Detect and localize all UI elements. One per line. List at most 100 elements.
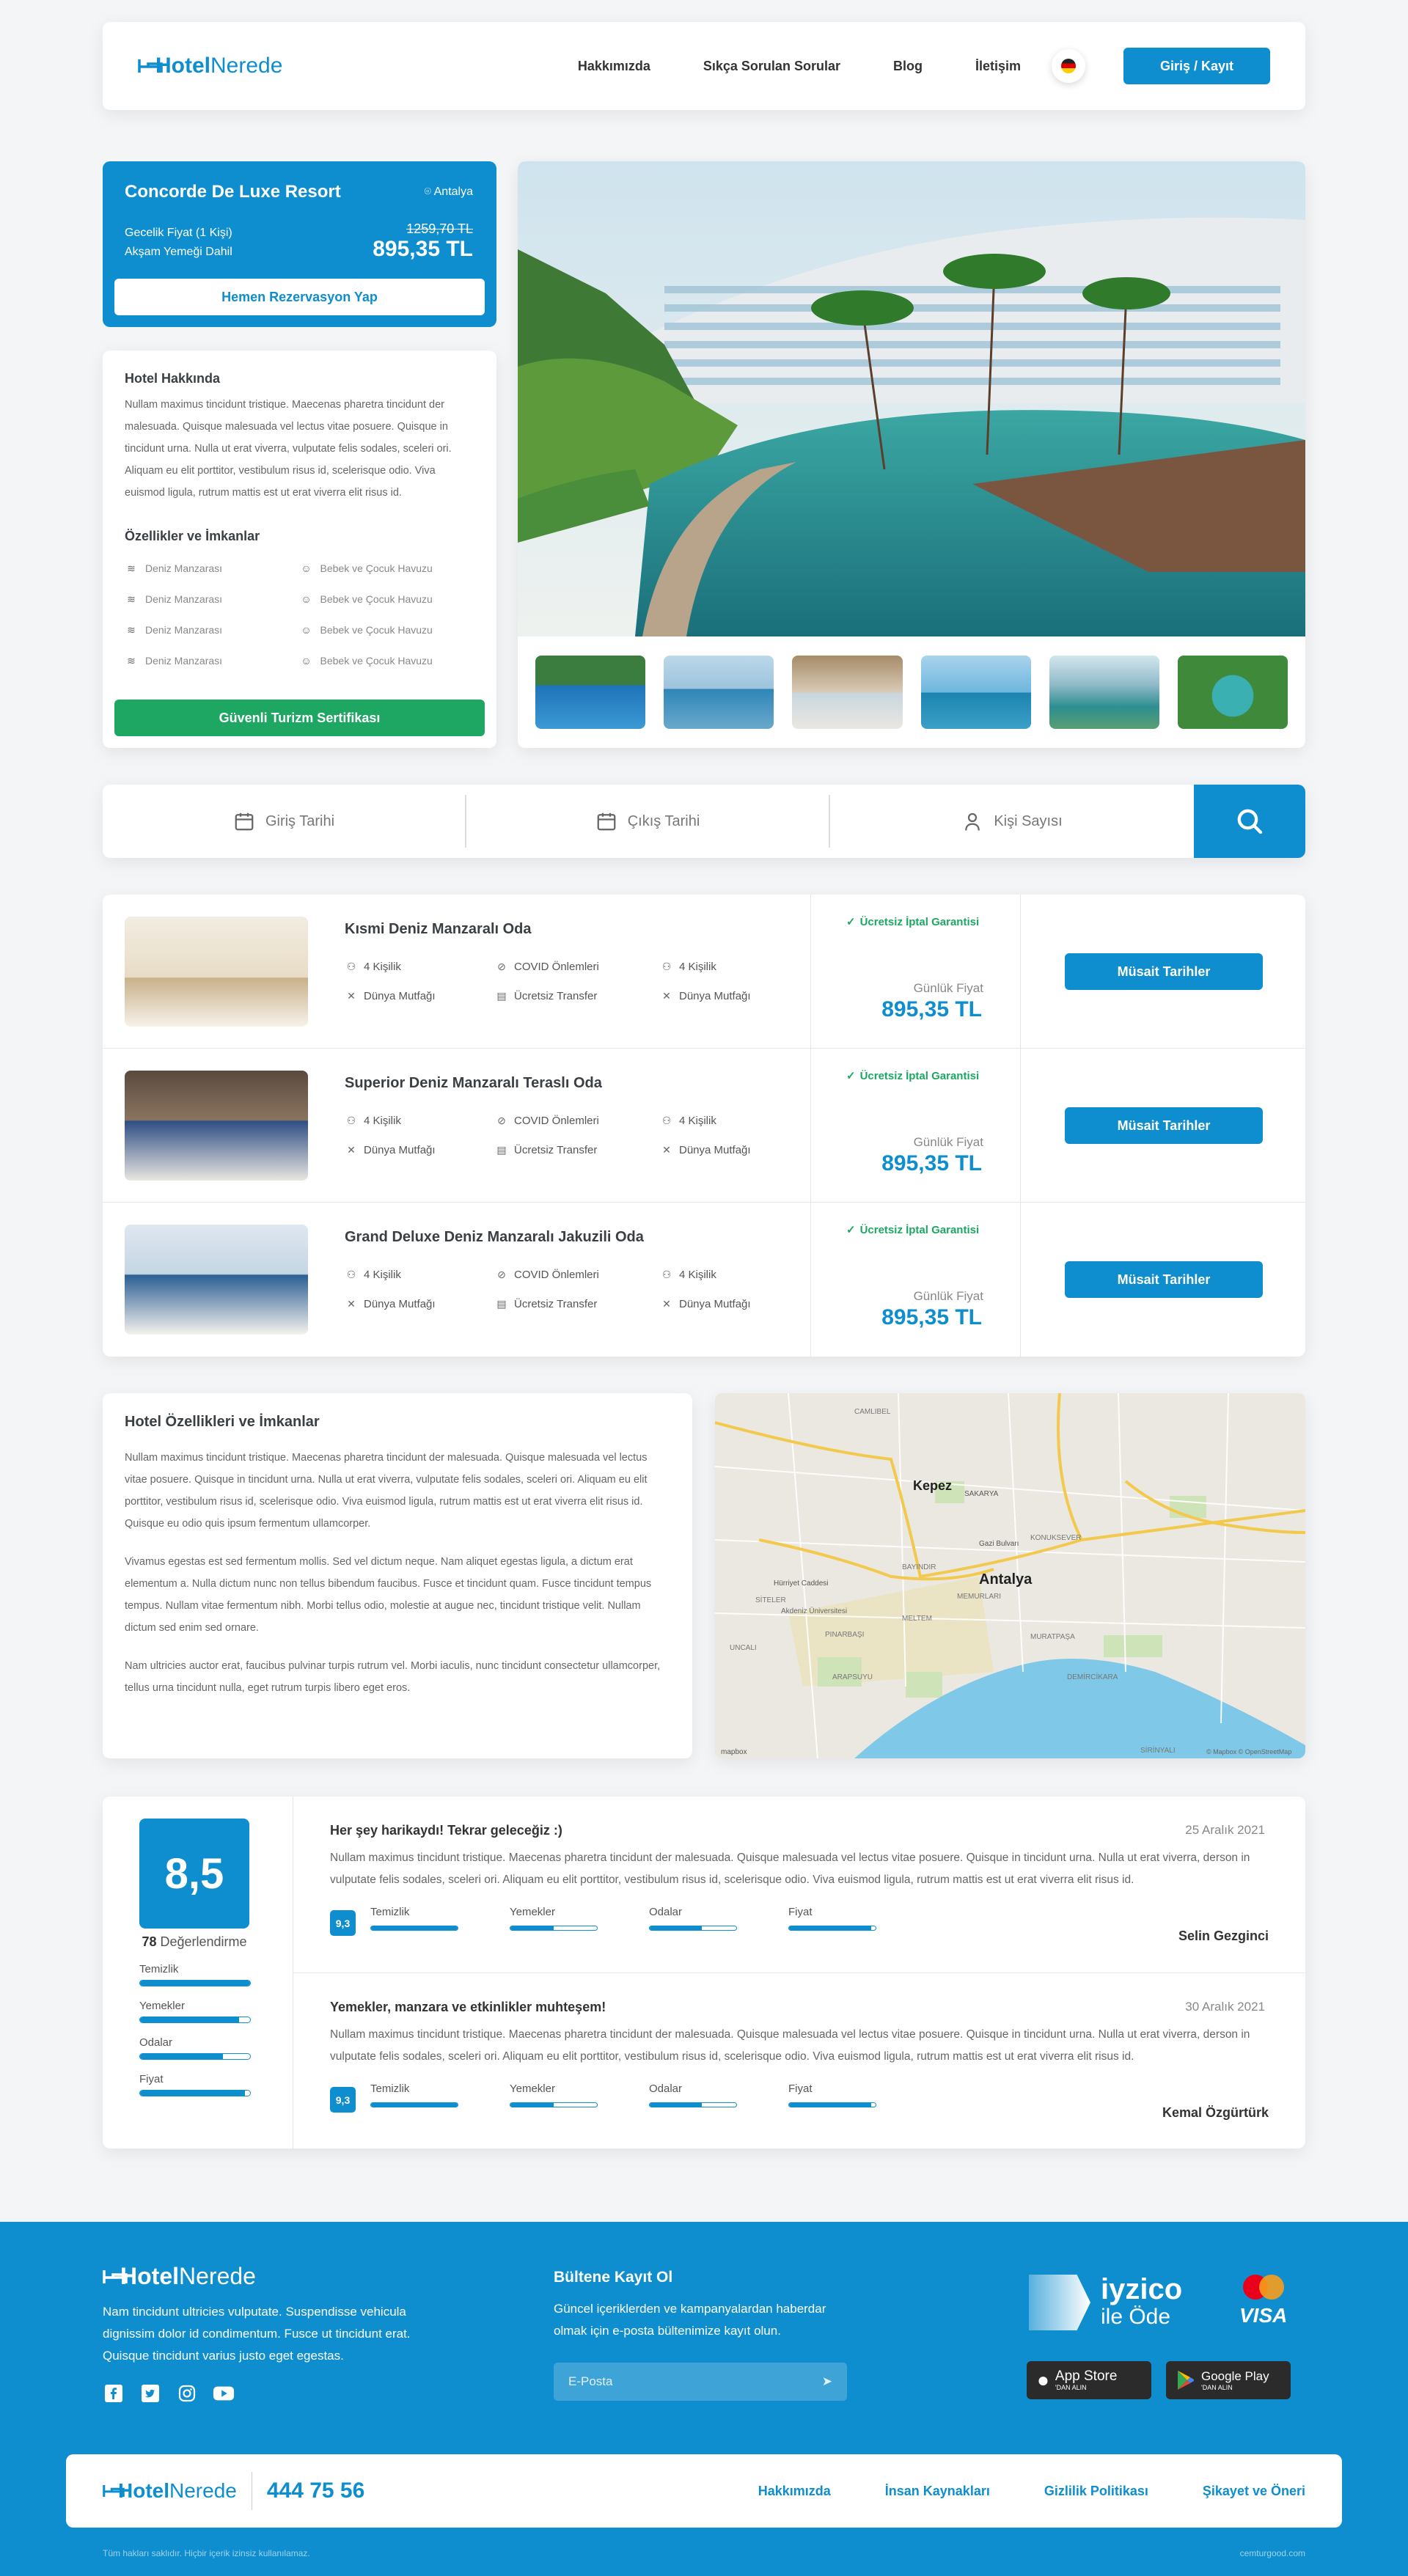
checkin-date-field[interactable]: Giriş Tarihi	[103, 795, 466, 848]
hotel-about-card: Hotel Hakkında Nullam maximus tincidunt …	[103, 351, 496, 748]
instagram-icon[interactable]	[176, 2383, 198, 2404]
map-label-antalya: Antalya	[979, 1571, 1033, 1588]
room-feature-label: COVID Önlemleri	[514, 1268, 599, 1281]
room-feature: ⚇ 4 Kişilik	[345, 1114, 495, 1127]
review-category-bar	[788, 2102, 876, 2107]
review-date: 25 Aralık 2021	[1185, 1823, 1265, 1837]
review-category: Odalar	[649, 1906, 774, 1931]
sea-view-icon: ≋	[127, 623, 136, 636]
free-cancel-label: Ücretsiz İptal Garantisi	[859, 1223, 980, 1236]
calendar-icon	[235, 812, 254, 831]
room-feature-label: 4 Kişilik	[364, 960, 401, 973]
facebook-icon[interactable]	[103, 2383, 125, 2404]
reserve-now-button[interactable]: Hemen Rezervasyon Yap	[114, 279, 485, 315]
review-category-bar	[649, 1926, 737, 1931]
search-icon	[1237, 809, 1263, 834]
gallery-thumbnail[interactable]	[792, 656, 903, 729]
hotel-features-paragraph: Nullam maximus tincidunt tristique. Maec…	[125, 1452, 648, 1530]
room-photo[interactable]	[125, 1071, 308, 1181]
login-register-button[interactable]: Giriş / Kayıt	[1123, 48, 1270, 84]
map-label: CAMLIBEL	[854, 1408, 891, 1416]
person-icon: ⚇	[346, 1114, 356, 1126]
phone-number[interactable]: 444 75 56	[267, 2478, 364, 2503]
available-dates-button[interactable]: Müsait Tarihler	[1065, 1261, 1263, 1298]
feature-label: Deniz Manzarası	[145, 593, 223, 605]
hotel-name: Concorde De Luxe Resort	[125, 182, 341, 202]
app-store-button[interactable]: ● App Store 'DAN ALIN	[1027, 2361, 1151, 2399]
baby-icon: ☺	[301, 593, 312, 605]
review-category-label: Fiyat	[788, 2083, 813, 2095]
feature-item: ≋ Deniz Manzarası	[125, 562, 300, 575]
designer-credit[interactable]: cemturgood.com	[1240, 2548, 1305, 2558]
nav-faq[interactable]: Sıkça Sorulan Sorular	[703, 59, 840, 74]
daily-price-label: Günlük Fiyat	[913, 1135, 983, 1149]
map-label: ARAPSUYU	[832, 1673, 873, 1681]
footer-logo[interactable]: Hotel Nerede	[103, 2263, 256, 2290]
available-dates-button[interactable]: Müsait Tarihler	[1065, 953, 1263, 990]
gallery-thumbnail[interactable]	[664, 656, 774, 729]
feature-item: ≋ Deniz Manzarası	[125, 592, 300, 606]
search-button[interactable]	[1194, 785, 1305, 858]
room-feature: ✕ Dünya Mutfağı	[660, 1297, 785, 1310]
safe-tourism-cert-button[interactable]: Güvenli Turizm Sertifikası	[114, 700, 485, 736]
room-photo[interactable]	[125, 1225, 308, 1335]
sea-view-icon: ≋	[127, 592, 136, 605]
youtube-icon[interactable]	[213, 2383, 235, 2404]
location-map[interactable]: Kepez Antalya CAMLIBEL SAKARYA Gazi Bulv…	[715, 1393, 1305, 1758]
nav-contact[interactable]: İletişim	[975, 59, 1021, 74]
map-attribution[interactable]: © Mapbox © OpenStreetMap	[1206, 1748, 1291, 1755]
features-list: ≋ Deniz Manzarası ☺ Bebek ve Çocuk Havuzu …	[125, 562, 474, 667]
footer-bar-logo[interactable]: Hotel Nerede	[103, 2479, 237, 2503]
gallery-thumbnail[interactable]	[535, 656, 646, 729]
feature-label: Bebek ve Çocuk Havuzu	[320, 562, 433, 574]
newsletter-email-input[interactable]: E-Posta ➤	[554, 2363, 847, 2401]
gallery-thumbnail[interactable]	[920, 656, 1031, 729]
copyright: Tüm hakları saklıdır. Hiçbir içerik izin…	[103, 2548, 310, 2558]
checkin-label: Giriş Tarihi	[265, 812, 335, 829]
cutlery-icon: ✕	[347, 1297, 356, 1310]
send-icon[interactable]: ➤	[822, 2374, 832, 2389]
footer-link-hr[interactable]: İnsan Kaynakları	[885, 2484, 990, 2499]
feature-label: Bebek ve Çocuk Havuzu	[320, 624, 433, 636]
review-item: Yemekler, manzara ve etkinlikler muhteşe…	[293, 1973, 1305, 2148]
price-label-nightly: Gecelik Fiyat (1 Kişi)	[125, 227, 232, 239]
gallery-thumbnail[interactable]	[1177, 656, 1288, 729]
map-label: SİRİNYALI	[1140, 1745, 1176, 1755]
room-feature-label: COVID Önlemleri	[514, 960, 599, 973]
map-label: DEMİRCİKARA	[1067, 1672, 1118, 1681]
category-bar-fill	[140, 2091, 245, 2096]
map-label: BAYINDIR	[902, 1563, 936, 1571]
room-feature-label: Ücretsiz Transfer	[514, 1297, 598, 1310]
footer-link-about[interactable]: Hakkımızda	[758, 2484, 831, 2499]
twitter-icon[interactable]	[139, 2383, 161, 2404]
site-logo[interactable]: Hotel Nerede	[138, 54, 282, 78]
hotel-features-card: Hotel Özellikleri ve İmkanlar Nullam max…	[103, 1393, 692, 1758]
room-feature: ✕ Dünya Mutfağı	[345, 989, 495, 1002]
feature-label: Deniz Manzarası	[145, 562, 223, 574]
gallery-thumbnail[interactable]	[1049, 656, 1159, 729]
hotel-features-paragraph: Vivamus egestas est sed fermentum mollis…	[125, 1556, 652, 1634]
daily-price: 895,35 TL	[881, 1305, 982, 1329]
nav-blog[interactable]: Blog	[893, 59, 923, 74]
check-circle-icon: ✓	[846, 1070, 856, 1082]
google-play-button[interactable]: Google Play 'DAN ALIN	[1166, 2361, 1291, 2399]
room-photo[interactable]	[125, 917, 308, 1027]
language-flag-de[interactable]	[1052, 49, 1085, 83]
checkout-date-field[interactable]: Çıkış Tarihi	[466, 795, 830, 848]
nav-about[interactable]: Hakkımızda	[578, 59, 650, 74]
available-dates-button[interactable]: Müsait Tarihler	[1065, 1107, 1263, 1144]
hotel-main-photo[interactable]	[518, 161, 1305, 636]
room-feature-label: 4 Kişilik	[364, 1114, 401, 1127]
guest-count-field[interactable]: Kişi Sayısı	[830, 795, 1194, 848]
review-bar-fill	[789, 1926, 872, 1930]
category-bar-fill	[140, 2054, 223, 2059]
category-label: Odalar	[139, 2036, 173, 2049]
features-title: Özellikler ve İmkanlar	[125, 529, 260, 543]
footer-bar: Hotel Nerede 444 75 56 Hakkımızda İnsan K…	[66, 2454, 1342, 2528]
footer-link-complaint[interactable]: Şikayet ve Öneri	[1203, 2484, 1305, 2499]
baby-icon: ☺	[301, 655, 312, 667]
map-label: SİTELER	[755, 1595, 786, 1604]
footer-link-privacy[interactable]: Gizlilik Politikası	[1044, 2484, 1148, 2499]
room-title: Grand Deluxe Deniz Manzaralı Jakuzili Od…	[345, 1229, 644, 1245]
room-feature: ✕ Dünya Mutfağı	[345, 1297, 495, 1310]
